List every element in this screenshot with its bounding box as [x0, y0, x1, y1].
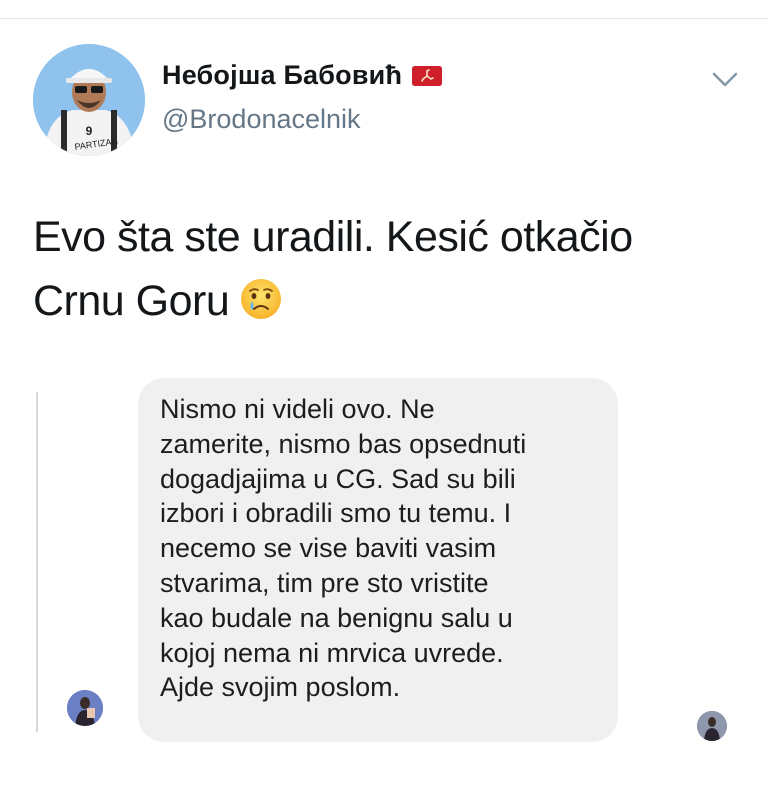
message-line: Ajde svojim poslom. — [160, 672, 401, 703]
tweet-text-line: Crnu Goru — [33, 277, 230, 325]
reader-avatar — [697, 711, 727, 741]
chevron-down-icon[interactable] — [708, 62, 742, 96]
isle-of-man-flag-icon — [412, 65, 443, 86]
message-line: Nismo ni videli ovo. Ne — [160, 394, 435, 424]
top-divider — [0, 18, 768, 19]
message-line: kao budale na benignu salu u — [160, 602, 513, 633]
svg-text:9: 9 — [86, 124, 93, 138]
message-line: stvarima, tim pre sto vristite — [160, 567, 489, 598]
tweet-text-line-2: Crnu Goru — [33, 269, 733, 333]
message-line: zamerite, nismo bas opsednuti — [160, 428, 527, 459]
message-line: necemo se vise baviti vasim — [160, 533, 497, 564]
crying-face-emoji — [239, 275, 283, 319]
avatar-photo-icon: 9 PARTIZAN — [33, 44, 145, 156]
name-row: Небојша Бабовић — [162, 60, 443, 91]
chat-message-text: Nismo ni videli ovo. Ne zamerite, nismo … — [160, 392, 610, 705]
screenshot-left-border — [36, 392, 38, 732]
message-line: kojoj nema ni mrvica uvrede. — [160, 637, 504, 668]
user-handle[interactable]: @Brodonacelnik — [162, 104, 361, 135]
sender-avatar — [67, 690, 103, 726]
tweet-text-line: Evo šta ste uradili. Kesić otkačio — [33, 213, 633, 261]
message-line: dogadjajima u CG. Sad su bili — [160, 463, 516, 494]
message-line: izbori i obradili smo tu temu. I — [160, 498, 512, 529]
profile-avatar[interactable]: 9 PARTIZAN — [33, 44, 145, 156]
display-name[interactable]: Небојша Бабовић — [162, 60, 402, 91]
tweet-text: Evo šta ste uradili. Kesić otkačio Crnu … — [33, 205, 733, 333]
